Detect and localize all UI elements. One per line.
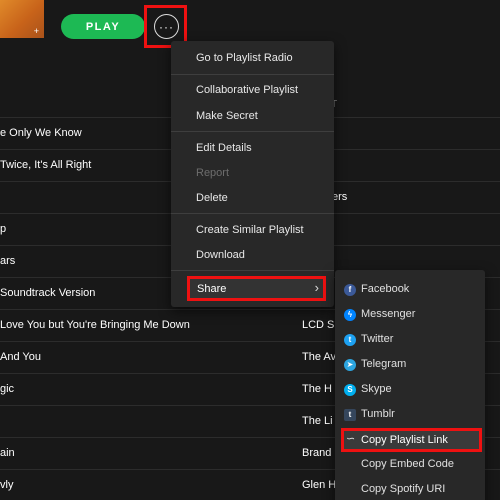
share-item-messenger[interactable]: ϟ Messenger <box>335 304 485 326</box>
track-title: e Only We Know <box>0 127 82 139</box>
track-artist[interactable]: The Av <box>302 351 336 363</box>
tumblr-icon: t <box>344 409 356 421</box>
share-item-label: Messenger <box>361 308 416 320</box>
track-title: Twice, It's All Right <box>0 159 92 171</box>
menu-item-collaborative[interactable]: Collaborative Playlist <box>196 84 298 96</box>
facebook-icon: f <box>344 284 356 296</box>
menu-item-share[interactable]: Share › <box>187 276 326 301</box>
play-button[interactable]: PLAY <box>61 14 145 39</box>
menu-item-report: Report <box>196 167 230 179</box>
track-artist[interactable]: Glen H <box>302 479 336 491</box>
menu-item-playlist-radio[interactable]: Go to Playlist Radio <box>196 52 293 64</box>
menu-divider <box>171 74 334 75</box>
track-title: Love You but You're Bringing Me Down <box>0 319 190 331</box>
twitter-icon: t <box>344 334 356 346</box>
track-artist[interactable]: LCD S <box>302 319 334 331</box>
track-title: And You <box>0 351 41 363</box>
share-label: Share <box>197 283 227 295</box>
share-item-label: Tumblr <box>361 408 395 420</box>
telegram-icon: ➤ <box>344 359 356 371</box>
menu-item-make-secret[interactable]: Make Secret <box>196 110 258 122</box>
copy-embed-code-label: Copy Embed Code <box>361 458 454 470</box>
track-artist[interactable]: The H <box>302 383 332 395</box>
copy-embed-code-item[interactable]: Copy Embed Code <box>335 454 485 476</box>
share-item-label: Facebook <box>361 283 410 295</box>
track-artist[interactable]: The Li <box>302 415 333 427</box>
menu-item-download[interactable]: Download <box>196 249 245 261</box>
more-options-icon[interactable]: ··· <box>154 14 179 39</box>
share-item-facebook[interactable]: f Facebook <box>335 279 485 301</box>
track-title: p <box>0 223 7 235</box>
menu-divider <box>171 270 334 271</box>
playlist-context-menu: Go to Playlist Radio Collaborative Playl… <box>171 41 334 307</box>
track-title: Soundtrack Version <box>0 287 96 299</box>
menu-item-delete[interactable]: Delete <box>196 192 228 204</box>
share-submenu: f Facebook ϟ Messenger t Twitter ➤ Teleg… <box>335 270 485 500</box>
menu-divider <box>171 213 334 214</box>
share-item-twitter[interactable]: t Twitter <box>335 329 485 351</box>
menu-divider <box>171 131 334 132</box>
share-item-telegram[interactable]: ➤ Telegram <box>335 354 485 376</box>
link-icon: ∽ <box>346 433 356 445</box>
copy-playlist-link-item[interactable]: ∽ Copy Playlist Link <box>341 428 482 452</box>
cover-plus-icon: + <box>33 26 39 36</box>
copy-spotify-uri-item[interactable]: Copy Spotify URI <box>335 479 485 500</box>
skype-icon: S <box>344 384 356 396</box>
spotify-playlist-view: + PLAY ··· T e Only We Know Twice, It's … <box>0 0 500 500</box>
copy-playlist-link-label: Copy Playlist Link <box>361 434 448 446</box>
copy-spotify-uri-label: Copy Spotify URI <box>361 483 446 495</box>
track-title: ars <box>0 255 16 267</box>
share-item-label: Skype <box>361 383 392 395</box>
menu-item-edit-details[interactable]: Edit Details <box>196 142 252 154</box>
share-item-label: Telegram <box>361 358 407 370</box>
playlist-cover-art[interactable]: + <box>0 0 44 38</box>
share-item-skype[interactable]: S Skype <box>335 379 485 401</box>
messenger-icon: ϟ <box>344 309 356 321</box>
share-item-label: Twitter <box>361 333 394 345</box>
track-title: vly <box>0 479 14 491</box>
track-artist[interactable]: Brand <box>302 447 331 459</box>
share-item-tumblr[interactable]: t Tumblr <box>335 404 485 426</box>
track-title: gic <box>0 383 15 395</box>
chevron-right-icon: › <box>314 280 319 295</box>
track-title: ain <box>0 447 15 459</box>
menu-item-create-similar[interactable]: Create Similar Playlist <box>196 224 304 236</box>
